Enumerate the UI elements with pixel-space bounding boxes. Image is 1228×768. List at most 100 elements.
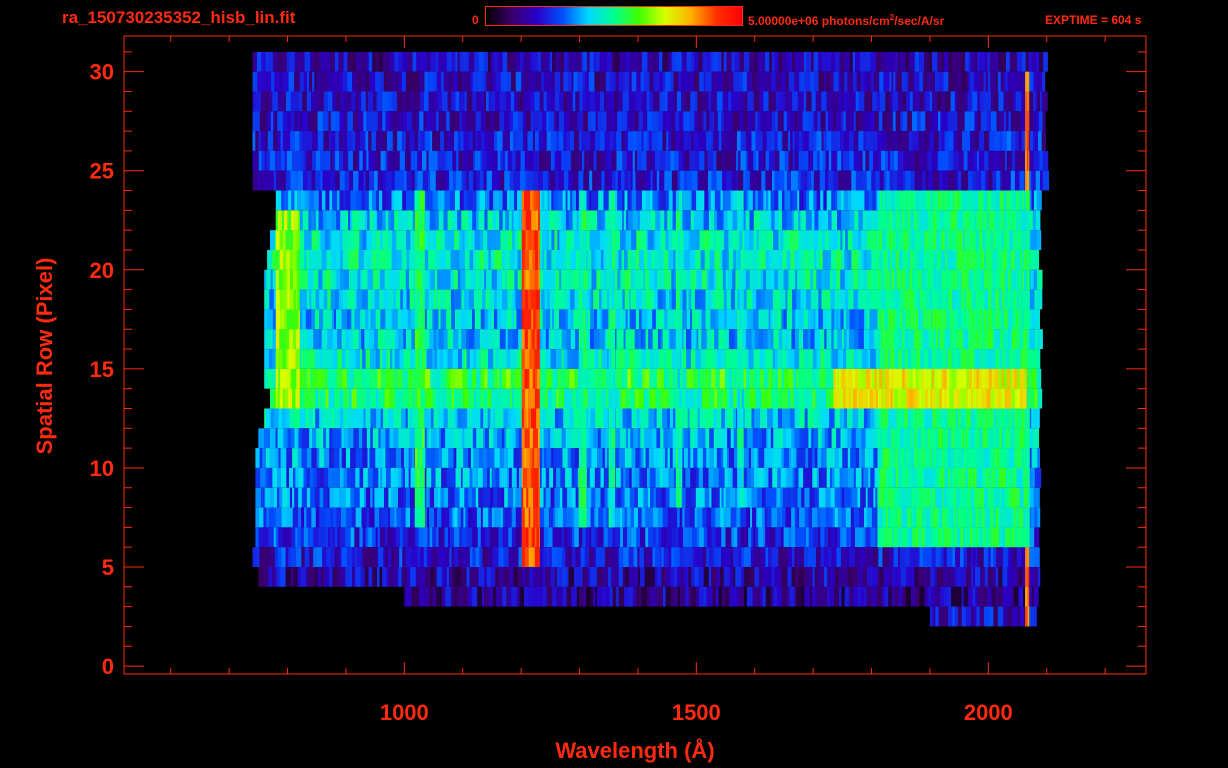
heatmap-cell — [751, 487, 758, 508]
heatmap-cell — [827, 428, 833, 449]
heatmap-cell — [1043, 51, 1048, 72]
heatmap-cell — [394, 170, 400, 191]
heatmap-cell — [794, 329, 800, 349]
heatmap-cell — [446, 51, 452, 72]
heatmap-cell — [641, 467, 648, 488]
heatmap-cell — [268, 91, 273, 112]
heatmap-cell — [567, 349, 573, 369]
heatmap-cell — [797, 269, 803, 290]
heatmap-cell — [737, 170, 744, 191]
heatmap-cell — [683, 190, 690, 211]
heatmap-cell — [645, 190, 651, 211]
heatmap-cell — [311, 210, 317, 231]
heatmap-cell — [372, 190, 377, 211]
heatmap-cell — [863, 71, 869, 92]
heatmap-cell — [382, 190, 387, 211]
heatmap-cell — [595, 487, 602, 508]
heatmap-cell — [596, 309, 602, 330]
heatmap-cell — [1037, 329, 1043, 349]
heatmap-cell — [775, 289, 781, 310]
heatmap-cell — [813, 170, 821, 191]
heatmap-cell — [570, 230, 575, 250]
heatmap-cell — [352, 269, 359, 290]
heatmap-cell — [551, 269, 557, 290]
heatmap-cell — [850, 448, 857, 468]
heatmap-cell — [595, 230, 601, 250]
heatmap-cell — [502, 51, 508, 72]
heatmap-cell — [488, 349, 494, 369]
heatmap-cell — [715, 487, 721, 508]
heatmap-cell — [852, 230, 859, 250]
heatmap-cell — [576, 51, 583, 72]
heatmap-cell — [561, 269, 567, 290]
heatmap-cell — [776, 487, 781, 508]
heatmap-cell — [323, 467, 329, 488]
heatmap-cell — [837, 210, 842, 231]
heatmap-cell — [438, 51, 445, 72]
heatmap-cell — [505, 131, 511, 151]
heatmap-cell — [686, 170, 693, 191]
heatmap-cell — [1034, 467, 1042, 488]
heatmap-cell — [837, 190, 842, 211]
heatmap-cell — [809, 388, 814, 409]
heatmap-cell — [788, 269, 793, 290]
heatmap-cell — [453, 71, 459, 92]
heatmap-cell — [360, 51, 366, 72]
heatmap-cell — [905, 170, 911, 191]
heatmap-cell — [803, 150, 809, 171]
heatmap-cell — [858, 150, 864, 171]
heatmap-cell — [747, 487, 753, 508]
heatmap-cell — [414, 91, 421, 112]
heatmap-cell — [362, 428, 368, 449]
heatmap-cell — [973, 71, 980, 92]
heatmap-cell — [287, 111, 292, 132]
heatmap-cell — [446, 150, 453, 171]
heatmap-cell — [820, 507, 827, 528]
heatmap-cell — [722, 170, 728, 191]
heatmap-cell — [638, 507, 643, 528]
heatmap-cell — [368, 190, 373, 211]
heatmap-cell — [290, 428, 296, 449]
heatmap-cell — [313, 329, 320, 349]
heatmap-cell — [281, 507, 288, 528]
heatmap-cell — [781, 210, 788, 231]
heatmap-cell — [604, 131, 611, 151]
heatmap-cell — [603, 408, 609, 429]
heatmap-cell — [636, 131, 643, 151]
heatmap-cell — [700, 487, 706, 508]
heatmap-cell — [638, 368, 643, 389]
heatmap-cell — [809, 487, 816, 508]
heatmap-cell — [813, 150, 818, 171]
heatmap-cell — [299, 368, 306, 389]
heatmap-cell — [854, 210, 859, 231]
heatmap-cell — [378, 388, 386, 409]
heatmap-cell — [562, 507, 568, 528]
heatmap-cell — [303, 170, 308, 191]
heatmap-cell — [923, 71, 929, 92]
heatmap-cell — [572, 190, 577, 211]
heatmap-cell — [334, 408, 341, 429]
heatmap-cell — [443, 329, 449, 349]
heatmap-cell — [705, 71, 713, 92]
heatmap-cell — [440, 269, 446, 290]
heatmap-cell — [790, 408, 796, 429]
heatmap-cell — [572, 210, 578, 231]
heatmap-cell — [469, 349, 475, 369]
heatmap-cell — [662, 408, 668, 429]
heatmap-cell — [515, 150, 522, 171]
heatmap-cell — [323, 309, 327, 330]
heatmap-cell — [705, 309, 711, 330]
heatmap-cell — [487, 368, 494, 389]
heatmap-cell — [827, 51, 832, 72]
heatmap-cell — [428, 150, 433, 171]
heatmap-cell — [774, 210, 780, 231]
heatmap-cell — [553, 448, 560, 468]
heatmap-cell — [799, 507, 806, 528]
heatmap-cell — [624, 170, 629, 191]
heatmap-cell — [307, 448, 312, 468]
heatmap-cell — [390, 210, 395, 231]
heatmap-cell — [511, 428, 517, 449]
heatmap-cell — [634, 349, 639, 369]
heatmap-cell — [382, 91, 389, 112]
heatmap-cell — [573, 309, 579, 330]
